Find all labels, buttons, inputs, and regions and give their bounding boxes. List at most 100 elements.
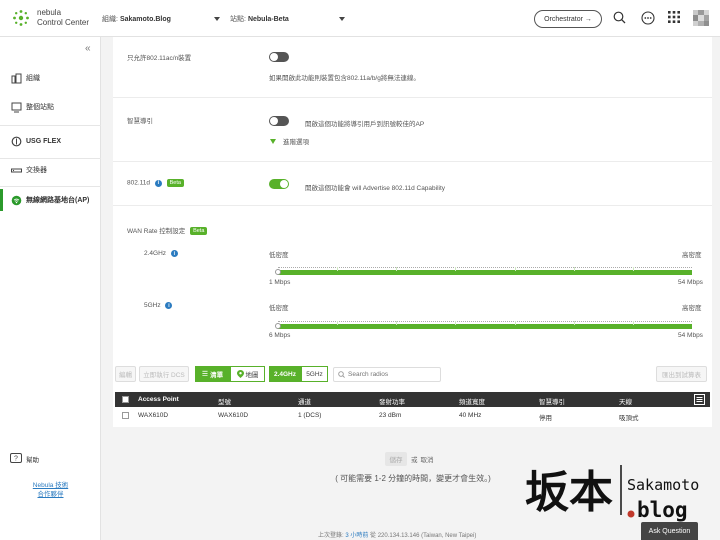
slider-tick (455, 267, 457, 271)
min-rate-label: 6 Mbps (269, 332, 291, 339)
info-icon[interactable]: i (154, 179, 162, 187)
band-5-button[interactable]: 5GHz (301, 366, 328, 382)
column-header[interactable]: 型號 (218, 396, 231, 406)
info-icon[interactable]: i (170, 250, 178, 257)
nebula-logo[interactable]: nebula Control Center (12, 8, 100, 28)
org-chart-icon (11, 73, 22, 84)
sidebar-item-switch[interactable]: 交換器 (0, 159, 101, 181)
slider-tick (632, 321, 634, 325)
sidebar-item-organization[interactable]: 組織 (0, 67, 101, 89)
collapse-sidebar-icon[interactable]: « (85, 43, 91, 54)
firewall-icon (11, 136, 22, 147)
sidebar-item-label: 交換器 (26, 167, 47, 174)
org-dropdown[interactable]: Sakamoto.Blog (120, 16, 220, 23)
apps-grid-icon[interactable] (668, 11, 680, 23)
row-divider (113, 161, 712, 162)
steering-toggle[interactable] (269, 116, 289, 126)
column-header[interactable]: 發射功率 (379, 396, 405, 406)
sidebar-item-label: 整個站點 (26, 104, 54, 111)
run-dcs-button[interactable]: 立即執行 DCS (139, 366, 189, 382)
ac-only-label: 只允許802.11ac/n裝置 (127, 55, 192, 62)
form-actions: 儲存 或 取消 (385, 452, 434, 466)
last-login-status: 上次登錄: 3 小時前 從 220.134.13.146 (Taiwan, Ne… (318, 530, 476, 539)
chevron-down-icon (213, 17, 220, 21)
search-radios-input[interactable] (348, 371, 438, 378)
band-24-button[interactable]: 2.4GHz (269, 366, 301, 382)
slider-tick (514, 321, 516, 325)
column-header[interactable]: Access Point (138, 396, 179, 403)
triangle-down-icon (270, 138, 276, 144)
svg-text:坂本: 坂本 (525, 467, 613, 518)
sidebar-divider (0, 125, 101, 126)
column-header[interactable]: 智慧導引 (539, 396, 565, 406)
max-rate-label: 54 Mbps (678, 332, 703, 339)
column-header[interactable]: 頻道寬度 (459, 396, 485, 406)
slider-tick (337, 321, 339, 325)
export-spreadsheet-button[interactable]: 匯出到試算表 (656, 366, 707, 382)
org-selector[interactable]: 組織: Sakamoto.Blog (102, 14, 220, 24)
sidebar-item-access-point[interactable]: 無線網路基地台(AP) (0, 189, 101, 211)
band-label: 2.4GHz (144, 250, 167, 258)
chat-icon[interactable] (641, 11, 655, 25)
avatar[interactable] (693, 10, 709, 26)
select-all-checkbox[interactable] (122, 396, 129, 403)
rate-slider-5-track[interactable] (278, 324, 692, 329)
rate-slider-24-track[interactable] (278, 270, 692, 275)
logo-line2: Control Center (37, 18, 90, 27)
row-checkbox[interactable] (122, 412, 129, 419)
svg-text:?: ? (14, 456, 18, 463)
save-button[interactable]: 儲存 (385, 452, 407, 466)
rate-slider-5-handle[interactable] (275, 323, 281, 329)
ac-only-desc: 如果開啟此功能則裝置包含802.11a/b/g將無法連線。 (269, 75, 420, 82)
low-density-label: 低密度 (269, 252, 289, 259)
dot11d-desc: 開啟這個功能會 will Advertise 802.11d Capabilit… (305, 185, 446, 192)
high-density-label: 高密度 (682, 252, 702, 259)
search-icon[interactable] (613, 11, 626, 24)
radios-table-header: Access Point 型號 通道 發射功率 頻道寬度 智慧導引 天線 (115, 392, 710, 407)
search-radios-box[interactable] (333, 367, 441, 382)
ac-only-toggle[interactable] (269, 52, 289, 62)
advanced-options-toggle[interactable]: 進階選項 (270, 136, 309, 146)
column-header[interactable]: 通道 (298, 396, 311, 406)
orchestrator-button[interactable]: Orchestrator → (534, 10, 602, 28)
svg-text:blog: blog (637, 498, 688, 522)
slider-tick (514, 267, 516, 271)
status-time[interactable]: 3 小時前 (345, 533, 368, 539)
min-rate-label: 1 Mbps (269, 279, 291, 286)
slider-tick (396, 321, 398, 325)
dot11d-toggle[interactable] (269, 179, 289, 189)
table-cell: 停用 (539, 415, 552, 422)
site-dropdown[interactable]: Nebula-Beta (248, 16, 345, 23)
sidebar-item-label: 無線網路基地台(AP) (26, 197, 90, 204)
sidebar-item-usg-flex[interactable]: USG FLEX (0, 130, 101, 152)
list-view-button[interactable]: ☰ 清單 (195, 366, 230, 382)
radio-settings-card: 只允許802.11ac/n裝置 如果開啟此功能則裝置包含802.11a/b/g將… (113, 37, 712, 427)
top-bar: nebula Control Center 組織: Sakamoto.Blog … (0, 0, 720, 37)
org-value: Sakamoto.Blog (119, 15, 171, 23)
wan-rate-label: WAN Rate 控制設定 (127, 228, 186, 235)
help-link[interactable]: ? 幫助 (10, 453, 39, 465)
wifi-icon (11, 195, 22, 206)
info-icon[interactable]: i (165, 302, 173, 309)
column-settings-icon[interactable] (694, 394, 705, 405)
rate-slider-24-handle[interactable] (275, 269, 281, 275)
ask-question-button[interactable]: Ask Question (641, 522, 698, 540)
slider-tick (337, 267, 339, 271)
advanced-options-label: 進階選項 (283, 139, 309, 146)
chevron-down-icon (338, 17, 345, 21)
slider-tick (396, 267, 398, 271)
partner-link-line2[interactable]: 合作夥伴 (0, 490, 101, 499)
status-ip: 220.134.13.146 (Taiwan, New Taipei) (377, 533, 477, 539)
status-from: 從 (370, 533, 377, 539)
list-view-label: 清單 (210, 372, 224, 379)
table-cell: 吸頂式 (619, 415, 639, 422)
site-selector[interactable]: 站點: Nebula-Beta (230, 14, 345, 24)
edit-button[interactable]: 編輯 (115, 366, 136, 382)
cancel-link[interactable]: 取消 (421, 454, 434, 464)
beta-badge: Beta (190, 227, 208, 236)
help-label: 幫助 (26, 457, 39, 464)
table-row[interactable]: WAX610D WAX610D 1 (DCS) 23 dBm 40 MHz 停用… (115, 408, 710, 423)
column-header[interactable]: 天線 (619, 396, 632, 406)
map-view-button[interactable]: 地圖 (230, 366, 265, 382)
sidebar-item-site[interactable]: 整個站點 (0, 96, 101, 118)
